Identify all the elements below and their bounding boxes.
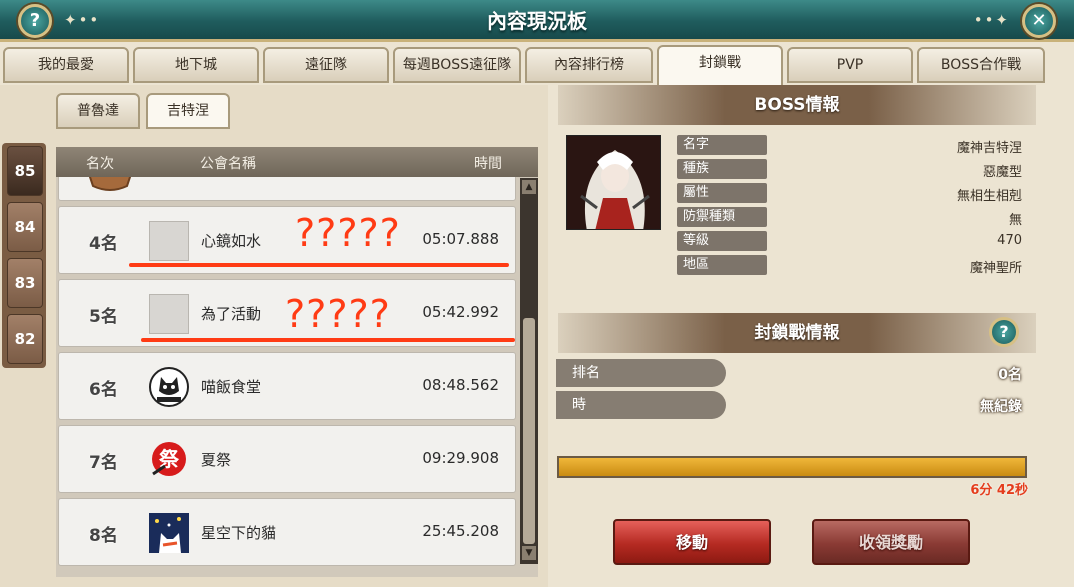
scroll-thumb[interactable] <box>523 318 535 544</box>
starry-cat-emblem-icon <box>149 513 189 553</box>
seal-rank-label: 排名 <box>556 359 726 387</box>
header-time: 時間 <box>474 156 502 172</box>
tab-boss-coop[interactable]: BOSS合作戰 <box>917 47 1045 83</box>
ranking-list[interactable]: 4名 心鏡如水 ????? 05:07.888 5名 為了活動 ????? 05… <box>56 177 538 577</box>
table-row[interactable] <box>58 177 516 201</box>
level-selector: 85 84 83 82 <box>2 143 46 368</box>
tab-dungeon[interactable]: 地下城 <box>133 47 259 83</box>
clear-time: 25:45.208 <box>422 522 499 540</box>
level-83-button[interactable]: 83 <box>7 258 43 308</box>
annotation-question-marks: ????? <box>295 211 401 255</box>
boss-area-label: 地區 <box>677 255 767 275</box>
level-85-button[interactable]: 85 <box>7 146 43 196</box>
table-row[interactable]: 6名 喵飯食堂 08:48.562 <box>58 352 516 420</box>
boss-name-value: 魔神吉特涅 <box>956 141 1022 156</box>
guild-name: 星空下的貓 <box>201 524 277 542</box>
seal-rank-value: 0名 <box>998 367 1022 383</box>
clear-time: 05:07.888 <box>422 230 499 248</box>
table-row[interactable]: 5名 為了活動 ????? 05:42.992 <box>58 279 516 347</box>
guild-name: 夏祭 <box>201 451 232 469</box>
tab-expedition[interactable]: 遠征隊 <box>263 47 389 83</box>
window-title: 內容現況板 <box>487 9 587 33</box>
boss-name-label: 名字 <box>677 135 767 155</box>
level-82-button[interactable]: 82 <box>7 314 43 364</box>
timer-progress-bar <box>557 456 1027 478</box>
subtab-gitne[interactable]: 吉特涅 <box>146 93 230 129</box>
tab-weekly-boss[interactable]: 每週BOSS遠征隊 <box>393 47 521 83</box>
rank-label: 5名 <box>89 307 118 327</box>
boss-level-label: 等級 <box>677 231 767 251</box>
level-84-button[interactable]: 84 <box>7 202 43 252</box>
header-guild: 公會名稱 <box>200 156 256 172</box>
guild-name: 喵飯食堂 <box>201 378 262 396</box>
annotation-question-marks: ????? <box>285 292 391 336</box>
boss-level-value: 470 <box>997 233 1022 248</box>
table-row[interactable]: 8名 星空下的貓 25:45.208 <box>58 498 516 566</box>
guild-name: 為了活動 <box>201 305 262 323</box>
subtab-pruda[interactable]: 普魯達 <box>56 93 140 129</box>
seal-time-value: 無紀錄 <box>980 399 1022 415</box>
festival-emblem-icon: 祭 <box>152 442 186 476</box>
boss-area-value: 魔神聖所 <box>969 261 1022 276</box>
rank-label: 4名 <box>89 234 118 254</box>
seal-time-label: 時 <box>556 391 726 419</box>
red-underline <box>141 338 515 342</box>
tab-pvp[interactable]: PVP <box>787 47 913 83</box>
header-rank: 名次 <box>86 156 114 172</box>
boss-info-heading: BOSS情報 <box>558 85 1036 125</box>
clear-time: 09:29.908 <box>422 449 499 467</box>
seal-help-icon[interactable]: ? <box>989 317 1019 347</box>
rank-label: 7名 <box>89 453 118 473</box>
clear-time: 08:48.562 <box>422 376 499 394</box>
clear-time: 05:42.992 <box>422 303 499 321</box>
scroll-up-icon[interactable]: ▲ <box>522 180 536 194</box>
rank-label: 8名 <box>89 526 118 546</box>
tab-ranking[interactable]: 內容排行榜 <box>525 47 653 83</box>
title-bar: ? ✦•• 內容現況板 ••✦ ✕ <box>0 0 1074 42</box>
guild-emblem-placeholder-icon <box>149 294 189 334</box>
medal-icon <box>88 177 132 191</box>
timer-progress-fill <box>559 458 1025 476</box>
cat-emblem-icon <box>149 367 189 407</box>
close-icon[interactable]: ✕ <box>1022 4 1056 38</box>
tab-siege[interactable]: 封鎖戰 <box>657 45 783 85</box>
rank-label: 6名 <box>89 380 118 400</box>
ornament-right-icon: ••✦ <box>973 11 1010 29</box>
boss-race-value: 惡魔型 <box>982 165 1022 180</box>
table-row[interactable]: 7名 祭 夏祭 09:29.908 <box>58 425 516 493</box>
move-button[interactable]: 移動 <box>613 519 771 565</box>
timer-text: 6分 42秒 <box>970 483 1028 498</box>
boss-portrait-image <box>567 136 660 229</box>
boss-defense-value: 無 <box>1008 213 1022 228</box>
guild-name: 心鏡如水 <box>201 232 262 250</box>
scroll-down-icon[interactable]: ▼ <box>522 546 536 560</box>
guild-emblem-placeholder-icon <box>149 221 189 261</box>
list-scrollbar[interactable]: ▲ ▼ <box>520 178 538 564</box>
content-tabs: 我的最愛 地下城 遠征隊 每週BOSS遠征隊 內容排行榜 封鎖戰 PVP BOS… <box>0 45 1074 85</box>
table-row[interactable]: 4名 心鏡如水 ????? 05:07.888 <box>58 206 516 274</box>
boss-portrait <box>566 135 661 230</box>
red-underline <box>129 263 509 267</box>
boss-race-label: 種族 <box>677 159 767 179</box>
seal-info-heading: 封鎖戰情報 <box>558 313 1036 353</box>
boss-element-value: 無相生相剋 <box>956 189 1022 204</box>
tab-favorites[interactable]: 我的最愛 <box>3 47 129 83</box>
boss-defense-label: 防禦種類 <box>677 207 767 227</box>
list-header: 名次 公會名稱 時間 <box>56 147 538 177</box>
boss-element-label: 屬性 <box>677 183 767 203</box>
claim-reward-button[interactable]: 收領獎勵 <box>812 519 970 565</box>
